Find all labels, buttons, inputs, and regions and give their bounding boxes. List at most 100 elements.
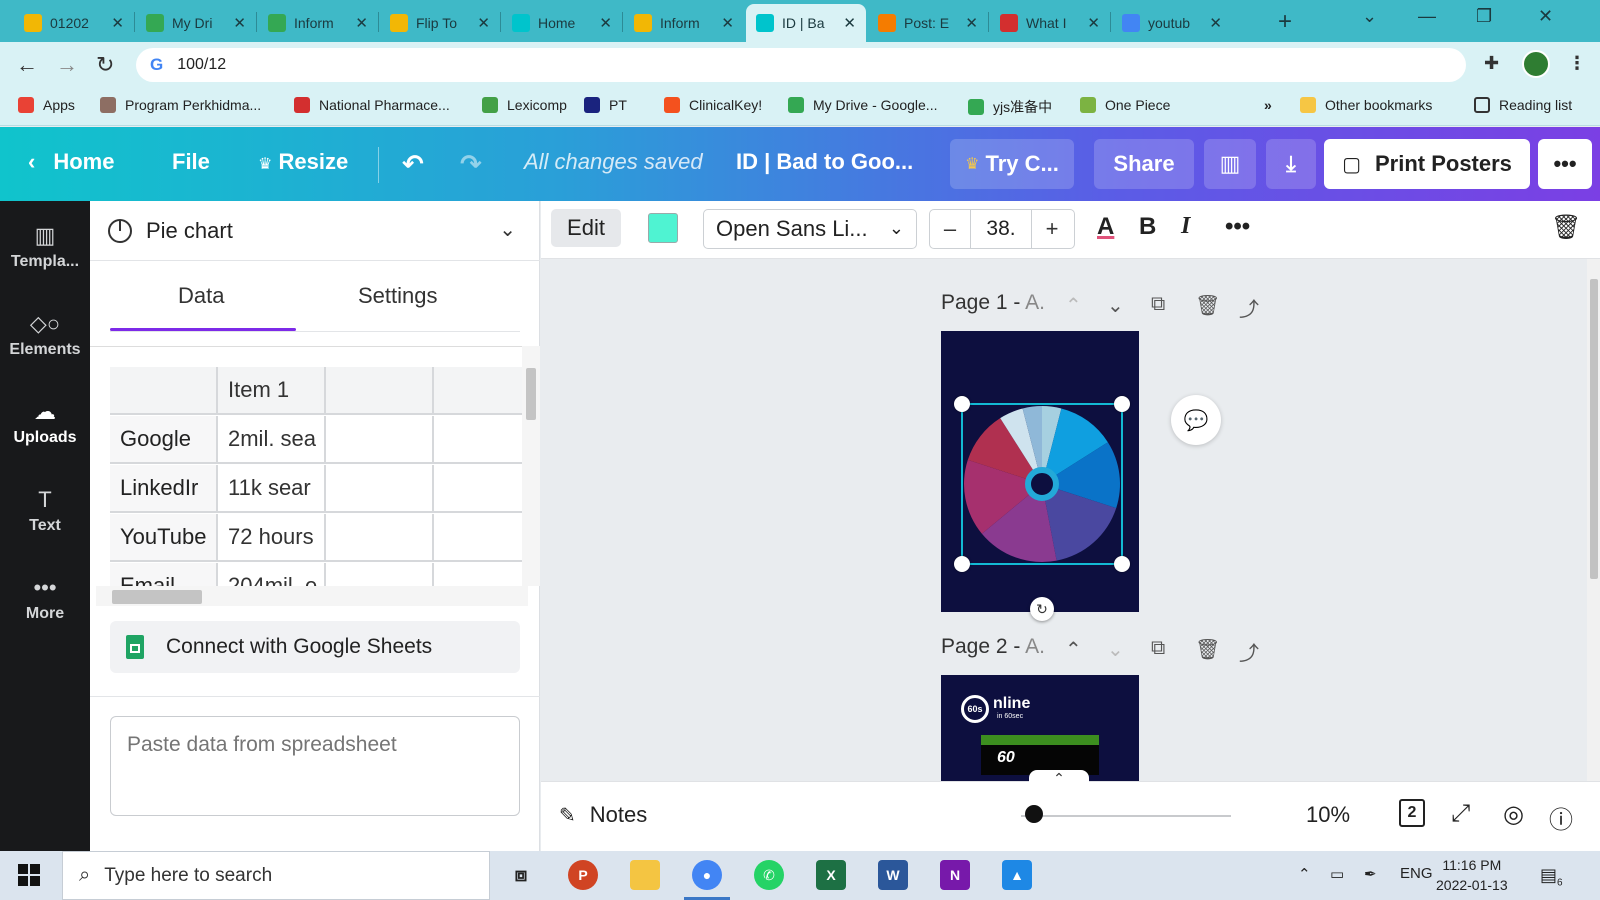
italic-icon[interactable]: I <box>1181 213 1190 240</box>
browser-tab[interactable]: My Dri ✕ <box>136 4 256 42</box>
bookmark-item[interactable]: Lexicomp <box>482 97 567 113</box>
canvas-vertical-scrollbar[interactable] <box>1587 259 1600 781</box>
grid-cell[interactable]: Email <box>110 563 218 586</box>
scroll-thumb[interactable] <box>1590 279 1598 579</box>
onenote-icon[interactable]: N <box>940 860 970 890</box>
bookmark-item[interactable]: Apps <box>18 97 75 113</box>
browser-tab[interactable]: Post: E ✕ <box>868 4 988 42</box>
duplicate-page-icon[interactable]: ⧉ <box>1151 637 1165 660</box>
close-tab-icon[interactable]: ✕ <box>599 14 612 32</box>
notes-button[interactable]: ✎ Notes <box>559 802 647 828</box>
help-icon[interactable]: ⓘ <box>1549 800 1573 835</box>
browser-tab[interactable]: Home ✕ <box>502 4 622 42</box>
rail-item-more[interactable]: ••• More <box>0 575 90 623</box>
close-tab-icon[interactable]: ✕ <box>965 14 978 32</box>
close-window-icon[interactable]: ✕ <box>1538 6 1553 27</box>
file-menu[interactable]: File <box>172 149 210 175</box>
rail-item-text[interactable]: T Text <box>0 487 90 535</box>
grid-header-cell[interactable] <box>110 367 218 415</box>
browser-tab[interactable]: Inform ✕ <box>624 4 744 42</box>
tab-data[interactable]: Data <box>178 283 224 309</box>
font-size-input[interactable]: 38. <box>970 209 1032 249</box>
insights-icon[interactable]: ▥ <box>1204 139 1256 189</box>
resize-handle[interactable] <box>954 396 970 412</box>
scroll-thumb[interactable] <box>112 590 202 604</box>
text-color-icon[interactable]: A <box>1097 213 1114 241</box>
other-bookmarks[interactable]: Other bookmarks <box>1300 97 1432 113</box>
word-icon[interactable]: W <box>878 860 908 890</box>
taskbar-search-input[interactable]: ⌕ Type here to search <box>62 851 490 900</box>
close-tab-icon[interactable]: ✕ <box>1087 14 1100 32</box>
close-tab-icon[interactable]: ✕ <box>721 14 734 32</box>
rotate-handle-icon[interactable]: ↻ <box>1030 597 1054 621</box>
close-tab-icon[interactable]: ✕ <box>477 14 490 32</box>
language-indicator[interactable]: ENG <box>1400 865 1433 882</box>
check-icon[interactable]: ◎ <box>1503 800 1524 829</box>
zoom-level[interactable]: 10% <box>1306 802 1350 828</box>
zoom-slider-knob[interactable] <box>1025 805 1044 823</box>
grid-cell[interactable] <box>326 514 434 562</box>
rail-item-elements[interactable]: ◇○ Elements <box>0 311 90 359</box>
pen-icon[interactable]: ✒ <box>1364 865 1377 883</box>
grid-cell[interactable]: LinkedIr <box>110 465 218 513</box>
grid-vertical-scrollbar[interactable] <box>522 346 540 586</box>
browser-tab[interactable]: What I ✕ <box>990 4 1110 42</box>
tab-search-icon[interactable]: ⌄ <box>1362 6 1377 27</box>
more-options-button[interactable]: ••• <box>1538 139 1592 189</box>
windows-start-icon[interactable] <box>18 864 40 886</box>
grid-header-cell[interactable] <box>326 367 434 415</box>
close-tab-icon[interactable]: ✕ <box>111 14 124 32</box>
clock[interactable]: 11:16 PM 2022-01-13 <box>1436 855 1508 895</box>
duplicate-page-icon[interactable]: ⧉ <box>1151 293 1165 316</box>
document-title[interactable]: ID | Bad to Goo... <box>736 149 913 175</box>
grid-cell[interactable]: 204mil. e <box>218 563 326 586</box>
bookmark-item[interactable]: National Pharmace... <box>294 97 450 113</box>
grid-cell[interactable] <box>326 465 434 513</box>
share-button[interactable]: Share <box>1094 139 1194 189</box>
back-icon[interactable]: ← <box>16 52 38 78</box>
resize-handle[interactable] <box>1114 396 1130 412</box>
font-family-select[interactable]: Open Sans Li... ⌄ <box>703 209 917 249</box>
grid-header-cell[interactable]: Item 1 <box>218 367 326 415</box>
more-bookmarks-button[interactable]: » <box>1264 97 1272 113</box>
page-2[interactable]: 60s nline in 60sec 60 <box>941 675 1139 781</box>
grid-cell[interactable] <box>326 416 434 464</box>
paste-data-input[interactable] <box>110 716 520 816</box>
print-posters-button[interactable]: ▢ Print Posters <box>1324 139 1530 189</box>
bold-icon[interactable]: B <box>1139 213 1156 241</box>
excel-icon[interactable]: X <box>816 860 846 890</box>
rail-item-uploads[interactable]: ☁ Uploads <box>0 399 90 447</box>
page-count-button[interactable]: 2 <box>1399 799 1425 827</box>
redo-icon[interactable]: ↷ <box>460 149 482 180</box>
grid-cell[interactable]: Google <box>110 416 218 464</box>
resize-handle[interactable] <box>954 556 970 572</box>
whatsapp-icon[interactable]: ✆ <box>754 860 784 890</box>
fullscreen-icon[interactable]: ⤢ <box>1451 800 1470 828</box>
grid-cell[interactable]: 72 hours <box>218 514 326 562</box>
page-1[interactable]: ↻ <box>941 331 1139 621</box>
bookmark-item[interactable]: Program Perkhidma... <box>100 97 261 113</box>
browser-tab[interactable]: ID | Ba ✕ <box>746 4 866 42</box>
delete-page-icon[interactable]: 🗑 <box>1195 293 1220 318</box>
grid-horizontal-scrollbar[interactable] <box>96 586 528 606</box>
close-tab-icon[interactable]: ✕ <box>843 14 856 32</box>
close-tab-icon[interactable]: ✕ <box>1209 14 1222 32</box>
decrease-size-button[interactable]: – <box>930 216 970 242</box>
restore-icon[interactable]: ❐ <box>1476 6 1492 27</box>
undo-icon[interactable]: ↶ <box>402 149 424 180</box>
bookmark-item[interactable]: yjs准备中 <box>968 97 1052 117</box>
zoom-slider[interactable] <box>1021 815 1231 817</box>
chrome-icon[interactable]: ● <box>692 860 722 890</box>
avatar[interactable] <box>1522 50 1550 78</box>
browser-tab[interactable]: Flip To ✕ <box>380 4 500 42</box>
page-1-label[interactable]: Page 1 - A. <box>941 291 1045 315</box>
scroll-thumb[interactable] <box>526 368 536 420</box>
resize-handle[interactable] <box>1114 556 1130 572</box>
home-button[interactable]: ‹ Home <box>28 149 114 175</box>
add-page-icon[interactable]: ⤴ <box>1239 293 1259 322</box>
extensions-icon[interactable]: ✚ <box>1484 53 1499 74</box>
trash-icon[interactable]: 🗑 <box>1551 213 1581 242</box>
grid-cell[interactable] <box>434 465 522 513</box>
browser-tab[interactable]: youtub ✕ <box>1112 4 1232 42</box>
text-color-swatch[interactable] <box>648 213 678 243</box>
